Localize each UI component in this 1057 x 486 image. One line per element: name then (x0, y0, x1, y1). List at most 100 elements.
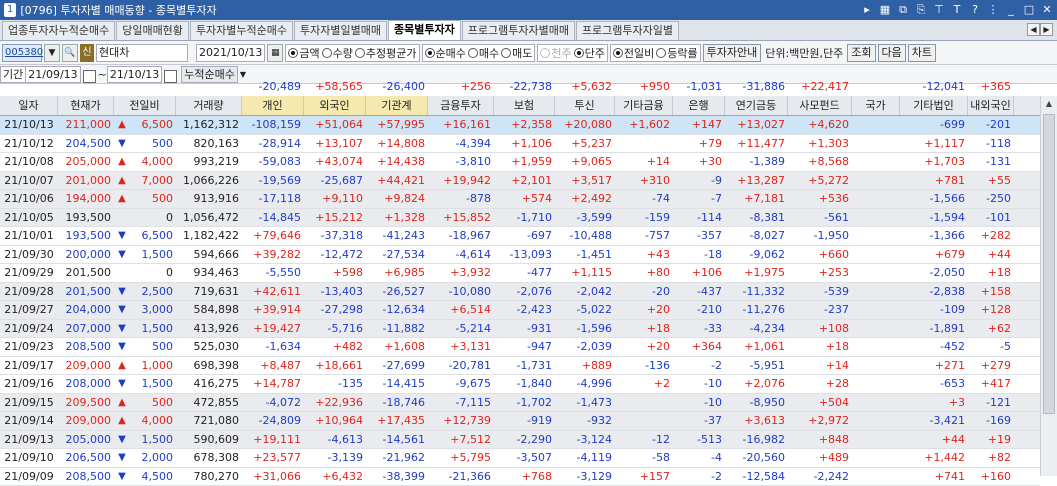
radio-icon[interactable] (322, 48, 332, 58)
scroll-up-icon[interactable]: ▲ (1041, 96, 1057, 112)
table-row[interactable]: 21/10/07201,000▲7,0001,066,226-19,569-25… (0, 172, 1040, 191)
table-row[interactable]: 21/09/13205,000▼1,500590,609+19,111-4,61… (0, 431, 1040, 450)
col-header-15[interactable]: 기타법인 (900, 96, 968, 115)
radio-c-option-0[interactable]: 천주 (540, 45, 571, 61)
calendar-icon[interactable] (83, 70, 96, 83)
copy-icon[interactable]: ⎘ (915, 3, 927, 17)
table-row[interactable]: 21/09/15209,500▲500472,855-4,072+22,936-… (0, 394, 1040, 413)
col-header-13[interactable]: 사모펀드 (788, 96, 852, 115)
col-header-11[interactable]: 은행 (673, 96, 725, 115)
table-row[interactable]: 21/10/01193,500▼6,5001,182,422+79,646-37… (0, 227, 1040, 246)
col-header-12[interactable]: 연기금등 (725, 96, 788, 115)
period-to-input[interactable]: 21/10/13 (107, 66, 162, 83)
investor-cell: +2,101 (494, 172, 555, 190)
table-row[interactable]: 21/09/27204,000▼3,000584,898+39,914-27,2… (0, 301, 1040, 320)
col-header-1[interactable]: 현재가 (58, 96, 114, 115)
col-header-2[interactable]: 전일비 (114, 96, 176, 115)
vertical-scrollbar[interactable]: ▲ (1040, 96, 1057, 476)
radio-a-option-0[interactable]: 금액 (288, 45, 319, 61)
col-header-10[interactable]: 기타금융 (615, 96, 673, 115)
table-row[interactable]: 21/10/12204,500▼500820,163-28,914+13,107… (0, 135, 1040, 154)
col-header-6[interactable]: 기관계 (366, 96, 428, 115)
table-row[interactable]: 21/09/16208,000▼1,500416,275+14,787-135-… (0, 375, 1040, 394)
search-icon[interactable]: 🔍 (62, 44, 78, 62)
calendar-icon[interactable] (164, 70, 177, 83)
tab-next-icon[interactable]: ▶ (1040, 23, 1053, 36)
stock-code-input[interactable]: 005380 (2, 44, 42, 62)
radio-a-option-1[interactable]: 수량 (322, 45, 353, 61)
radio-icon[interactable] (501, 48, 511, 58)
table-row[interactable]: 21/09/24207,000▼1,500413,926+19,427-5,71… (0, 320, 1040, 339)
investor-cell: +39,282 (242, 246, 304, 264)
tab-2[interactable]: 투자자별누적순매수 (190, 21, 293, 40)
radio-icon[interactable] (425, 48, 435, 58)
tab-0[interactable]: 업종투자자누적순매수 (2, 21, 115, 40)
next-button[interactable]: 다음 (878, 44, 906, 62)
table-row[interactable]: 21/09/30200,000▼1,500594,666+39,282-12,4… (0, 246, 1040, 265)
radio-icon[interactable] (613, 48, 623, 58)
period-from-input[interactable]: 21/09/13 (26, 66, 80, 83)
tab-prev-icon[interactable]: ◀ (1027, 23, 1040, 36)
col-header-8[interactable]: 보험 (494, 96, 555, 115)
minimize-icon[interactable]: _ (1005, 3, 1017, 17)
radio-icon[interactable] (468, 48, 478, 58)
table-row[interactable]: 21/10/06194,000▲500913,916-17,118+9,110+… (0, 190, 1040, 209)
tab-3[interactable]: 투자자별일별매매 (294, 21, 387, 40)
link-icon[interactable]: ⧉ (897, 3, 909, 17)
investor-guide-button[interactable]: 투자자안내 (703, 44, 762, 62)
table-row[interactable]: 21/09/17209,000▲1,000698,398+8,487+18,66… (0, 357, 1040, 376)
radio-icon[interactable] (574, 48, 584, 58)
close-icon[interactable]: ✕ (1041, 3, 1053, 17)
help-icon[interactable]: ? (969, 3, 981, 17)
col-header-0[interactable]: 일자 (0, 96, 58, 115)
tab-6[interactable]: 프로그램투자자일별 (576, 21, 679, 40)
query-button[interactable]: 조회 (847, 44, 875, 62)
col-header-9[interactable]: 투신 (555, 96, 615, 115)
radio-icon[interactable] (656, 48, 666, 58)
radio-d-option-0[interactable]: 전일비 (613, 45, 654, 61)
radio-d-option-1[interactable]: 등락률 (656, 45, 697, 61)
dropdown-icon[interactable]: ▼ (44, 44, 60, 62)
tab-1[interactable]: 당일매매현황 (116, 21, 189, 40)
table-row[interactable]: 21/10/05193,50001,056,472-14,845+15,212+… (0, 209, 1040, 228)
radio-b-option-2[interactable]: 매도 (501, 45, 532, 61)
col-header-4[interactable]: 개인 (242, 96, 304, 115)
radio-a-option-2[interactable]: 추정평균가 (355, 45, 417, 61)
volume-cell: 1,182,422 (176, 227, 242, 245)
col-header-3[interactable]: 거래량 (176, 96, 242, 115)
date-input[interactable]: 2021/10/13 (196, 44, 265, 62)
table-row[interactable]: 21/10/08205,000▲4,000993,219-59,083+43,0… (0, 153, 1040, 172)
tab-4[interactable]: 종목별투자자 (388, 20, 461, 40)
table-row[interactable]: 21/09/28201,500▼2,500719,631+42,611-13,4… (0, 283, 1040, 302)
investor-cell (852, 153, 900, 171)
stock-name-field[interactable]: 현대차 (96, 44, 188, 62)
table-row[interactable]: 21/09/09208,500▼4,500780,270+31,066+6,43… (0, 468, 1040, 486)
chart-button[interactable]: 차트 (908, 44, 936, 62)
tab-bar: 업종투자자누적순매수당일매매현황투자자별누적순매수투자자별일별매매종목별투자자프… (0, 20, 1057, 41)
col-header-16[interactable]: 내외국인 (968, 96, 1014, 115)
table-row[interactable]: 21/09/23208,500▼500525,030-1,634+482+1,6… (0, 338, 1040, 357)
radio-b-option-0[interactable]: 순매수 (425, 45, 466, 61)
scroll-thumb[interactable] (1043, 114, 1055, 414)
investor-cell: -4,613 (304, 431, 366, 449)
maximize-icon[interactable]: □ (1023, 3, 1035, 17)
radio-c-option-1[interactable]: 단주 (574, 45, 605, 61)
table-row[interactable]: 21/10/13211,000▲6,5001,162,312-108,159+5… (0, 116, 1040, 135)
arrow-icon[interactable]: ▸ (861, 3, 873, 17)
col-header-7[interactable]: 금융투자 (428, 96, 494, 115)
col-header-5[interactable]: 외국인 (304, 96, 366, 115)
table-row[interactable]: 21/09/10206,500▼2,000678,308+23,577-3,13… (0, 449, 1040, 468)
menu-icon[interactable]: ⋮ (987, 3, 999, 17)
table-row[interactable]: 21/09/14209,000▲4,000721,080-24,809+10,9… (0, 412, 1040, 431)
col-header-14[interactable]: 국가 (852, 96, 900, 115)
radio-icon[interactable] (540, 48, 550, 58)
calendar-icon[interactable]: ▦ (267, 44, 283, 62)
table-row[interactable]: 21/09/29201,5000934,463-5,550+598+6,985+… (0, 264, 1040, 283)
tab-5[interactable]: 프로그램투자자별매매 (462, 21, 575, 40)
pin-icon[interactable]: ⊤ (933, 3, 945, 17)
radio-b-option-1[interactable]: 매수 (468, 45, 499, 61)
radio-icon[interactable] (355, 48, 365, 58)
font-icon[interactable]: T (951, 3, 963, 17)
layout-icon[interactable]: ▦ (879, 3, 891, 17)
radio-icon[interactable] (288, 48, 298, 58)
